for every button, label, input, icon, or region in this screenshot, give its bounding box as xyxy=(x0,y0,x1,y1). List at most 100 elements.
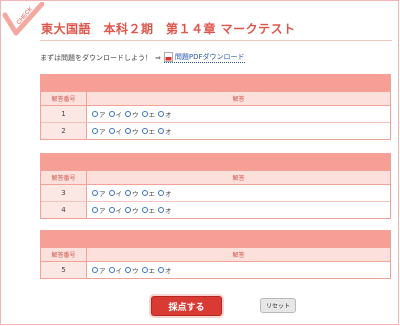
answer-number: 3 xyxy=(41,185,87,201)
arrow-icon: ⇒ xyxy=(155,53,161,62)
answer-option[interactable]: ウ xyxy=(125,188,139,198)
option-label: オ xyxy=(165,111,172,119)
intro-line: まずは問題をダウンロードしよう！ ⇒ 問題PDFダウンロード xyxy=(40,52,245,63)
option-label: ア xyxy=(99,207,106,215)
column-header: 解答番号 解答 xyxy=(41,247,390,262)
option-label: ウ xyxy=(132,267,139,275)
radio-button[interactable] xyxy=(141,111,148,117)
answer-option[interactable]: エ xyxy=(141,188,156,198)
radio-button[interactable] xyxy=(158,207,164,213)
answer-row: 2 ア イ ウ エ オ xyxy=(41,122,390,139)
pdf-download-link[interactable]: 問題PDFダウンロード xyxy=(163,52,245,63)
submit-score-button[interactable]: 採点する xyxy=(151,296,222,316)
answer-option[interactable]: イ xyxy=(108,188,123,198)
answer-number: 1 xyxy=(41,106,87,122)
radio-button[interactable] xyxy=(158,190,164,196)
answer-option[interactable]: ア xyxy=(92,126,106,136)
answer-row: 4 ア イ ウ エ オ xyxy=(41,201,390,218)
radio-button[interactable] xyxy=(125,267,131,273)
answer-option[interactable]: ウ xyxy=(125,126,139,136)
option-label: ア xyxy=(99,190,106,198)
answer-option[interactable]: オ xyxy=(158,205,172,215)
option-label: ア xyxy=(99,267,106,275)
answer-option[interactable]: オ xyxy=(158,109,172,119)
answer-options: ア イウ エ オ xyxy=(87,106,390,122)
radio-button[interactable] xyxy=(92,111,98,117)
radio-button[interactable] xyxy=(108,207,115,213)
answer-number: 2 xyxy=(41,123,87,139)
answer-options: アイ ウ エオ xyxy=(87,262,390,278)
page-title: 東大国語 本科２期 第１４章 マークテスト xyxy=(41,22,296,36)
option-label: オ xyxy=(165,190,172,198)
answer-option[interactable]: ア xyxy=(92,205,106,215)
option-label: ア xyxy=(99,128,106,136)
radio-button[interactable] xyxy=(158,267,164,273)
answer-option[interactable]: イ xyxy=(108,109,123,119)
radio-button[interactable] xyxy=(108,190,115,196)
answer-number: 4 xyxy=(41,202,87,218)
answer-option[interactable]: エ xyxy=(141,126,155,136)
answer-block-3: 解答番号 解答 5 ア イ ウ エ オ xyxy=(40,230,391,279)
answer-option[interactable]: ウ xyxy=(125,109,139,119)
column-number-header: 解答番号 xyxy=(41,171,87,184)
radio-button[interactable] xyxy=(108,128,115,134)
column-header: 解答番号 解答 xyxy=(41,170,390,185)
answer-option[interactable]: イ xyxy=(108,265,122,275)
answer-block-2: 解答番号 解答 3 アイウエオ 4 アイウエオ xyxy=(40,153,391,219)
radio-button[interactable] xyxy=(125,111,131,117)
option-label: ウ xyxy=(132,207,139,215)
radio-button[interactable] xyxy=(92,207,98,213)
column-number-header: 解答番号 xyxy=(41,92,87,105)
option-label: イ xyxy=(115,207,123,215)
answer-option[interactable]: ウ xyxy=(125,265,139,275)
answer-number: 5 xyxy=(41,262,87,278)
radio-button[interactable] xyxy=(125,128,131,134)
answer-row: 5 ア イ ウ エ オ xyxy=(41,262,390,278)
answer-options: ア イウ エ オ xyxy=(87,185,390,201)
column-header: 解答番号 解答 xyxy=(41,91,390,106)
answer-option[interactable]: ウ xyxy=(125,205,139,215)
option-label: イ xyxy=(115,111,123,119)
radio-button[interactable] xyxy=(108,111,115,117)
option-label: オ xyxy=(165,207,172,215)
radio-button[interactable] xyxy=(125,207,131,213)
option-label: イ xyxy=(115,128,123,136)
option-label: イ xyxy=(115,190,123,198)
radio-button[interactable] xyxy=(141,267,148,273)
radio-button[interactable] xyxy=(108,267,115,273)
column-answer-header: 解答 xyxy=(232,96,245,103)
answer-option[interactable]: オ xyxy=(158,126,172,136)
answer-option[interactable]: ア xyxy=(92,265,106,275)
radio-button[interactable] xyxy=(158,111,164,117)
answer-row: 1 ア イ ウ エ オ xyxy=(41,106,390,122)
answer-option[interactable]: エ xyxy=(141,265,156,275)
radio-button[interactable] xyxy=(141,128,148,134)
answer-option[interactable]: オ xyxy=(158,188,172,198)
answer-option[interactable]: オ xyxy=(158,265,172,275)
option-label: ウ xyxy=(132,128,139,136)
answer-option[interactable]: イ xyxy=(108,205,123,215)
option-label: エ xyxy=(148,267,156,275)
column-number-header: 解答番号 xyxy=(41,248,87,261)
radio-button[interactable] xyxy=(125,190,131,196)
radio-button[interactable] xyxy=(141,207,148,213)
option-label: ア xyxy=(99,111,106,119)
answer-option[interactable]: ア xyxy=(92,109,106,119)
block-header-band xyxy=(41,231,390,247)
answer-option[interactable]: エ xyxy=(141,109,156,119)
answer-option[interactable]: イ xyxy=(108,126,123,136)
radio-button[interactable] xyxy=(92,128,98,134)
option-label: エ xyxy=(148,111,156,119)
pdf-icon xyxy=(163,52,173,62)
answer-options: ア イ ウエオ xyxy=(87,123,390,139)
block-header-band xyxy=(41,154,390,170)
radio-button[interactable] xyxy=(92,190,98,196)
radio-button[interactable] xyxy=(158,128,164,134)
answer-option[interactable]: ア xyxy=(92,188,106,198)
radio-button[interactable] xyxy=(141,190,148,196)
radio-button[interactable] xyxy=(92,267,98,273)
column-answer-header: 解答 xyxy=(232,175,245,182)
answer-option[interactable]: エ xyxy=(141,205,155,215)
reset-button[interactable]: リセット xyxy=(260,298,296,313)
option-label: エ xyxy=(148,190,156,198)
